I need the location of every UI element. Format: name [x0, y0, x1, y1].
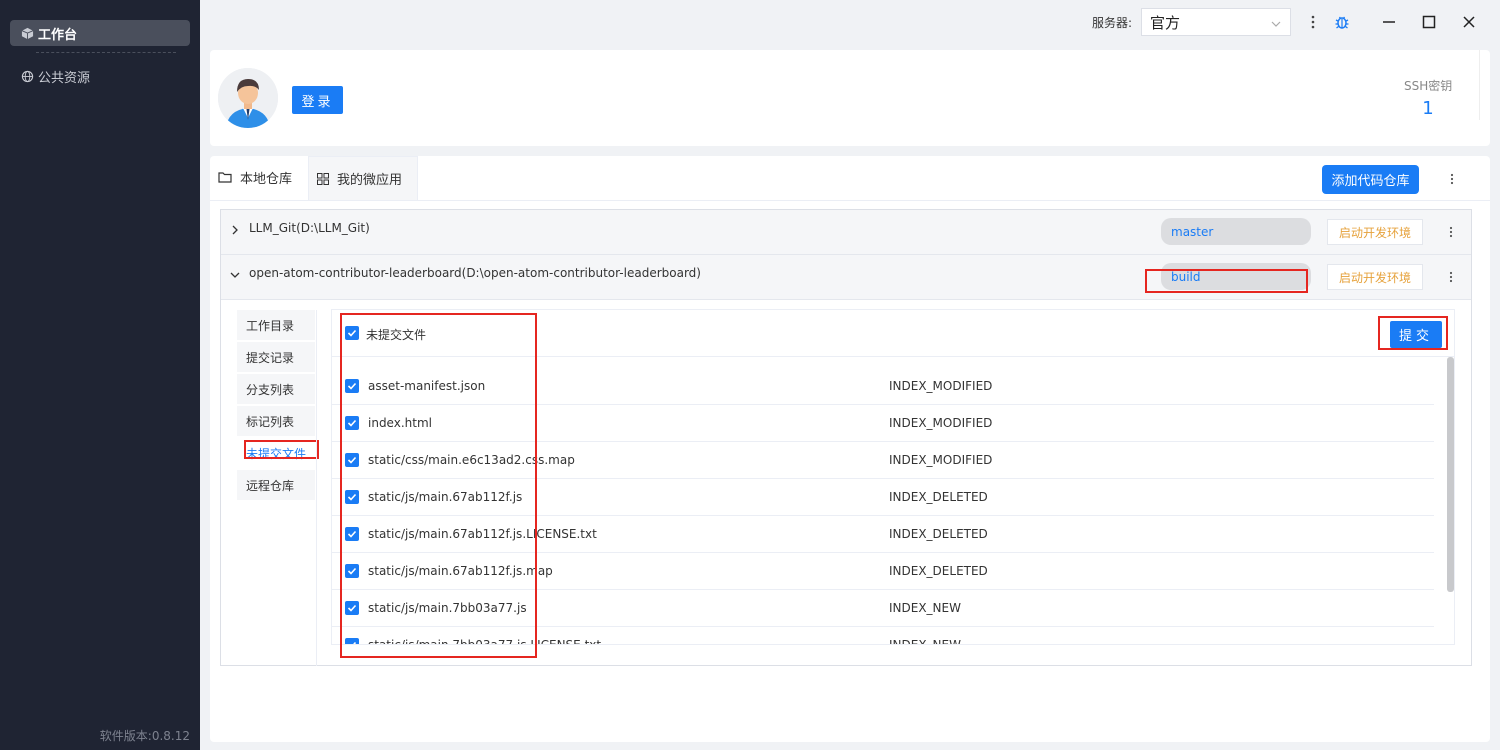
menu-item-workdir[interactable]: 工作目录: [237, 310, 315, 340]
minimize-icon[interactable]: [1379, 12, 1399, 32]
sidebar-item-label: 工作台: [38, 27, 78, 43]
login-card: 登录 SSH密钥 1: [210, 50, 1490, 146]
highlight-box: [340, 313, 537, 658]
menu-item-commit-log[interactable]: 提交记录: [237, 342, 315, 372]
file-status: INDEX_NEW: [889, 638, 961, 645]
divider: [1479, 50, 1480, 120]
tab-label: 我的微应用: [337, 173, 403, 188]
server-label: 服务器:: [1092, 16, 1133, 30]
menu-item-tags[interactable]: 标记列表: [237, 406, 315, 436]
sidebar-divider: [36, 52, 176, 53]
menu-divider: [316, 310, 317, 666]
start-dev-env-button[interactable]: 启动开发环境: [1327, 264, 1423, 290]
chevron-down-icon: [1270, 16, 1282, 34]
file-status: INDEX_MODIFIED: [889, 416, 993, 430]
menu-item-branches[interactable]: 分支列表: [237, 374, 315, 404]
sidebar-item-public-resources[interactable]: 公共资源: [10, 63, 190, 89]
sidebar-item-label: 公共资源: [38, 70, 91, 86]
maximize-icon[interactable]: [1419, 12, 1439, 32]
tab-label: 本地仓库: [240, 171, 293, 187]
file-status: INDEX_DELETED: [889, 527, 988, 541]
file-status: INDEX_MODIFIED: [889, 453, 993, 467]
chevron-right-icon[interactable]: [229, 224, 241, 236]
repo-row-llm-git[interactable]: LLM_Git(D:\LLM_Git) master 启动开发环境: [221, 210, 1471, 255]
avatar: [218, 68, 278, 128]
scrollbar-thumb[interactable]: [1447, 357, 1454, 592]
repo-name: LLM_Git(D:\LLM_Git): [249, 221, 370, 235]
chevron-down-icon[interactable]: [229, 269, 241, 281]
menu-item-remotes[interactable]: 远程仓库: [237, 470, 315, 500]
login-button[interactable]: 登录: [292, 86, 343, 114]
software-version: 软件版本:0.8.12: [99, 729, 190, 743]
globe-icon: [20, 69, 34, 83]
sidebar-item-workbench[interactable]: 工作台: [10, 20, 190, 46]
more-vertical-icon[interactable]: [1303, 12, 1323, 32]
close-icon[interactable]: [1459, 12, 1479, 32]
tab-my-micro-apps[interactable]: 我的微应用: [308, 156, 418, 200]
highlight-box: [1145, 269, 1308, 293]
server-select-value: 官方: [1150, 13, 1181, 32]
folder-icon: [218, 171, 232, 183]
branch-selector[interactable]: master: [1161, 218, 1311, 245]
ssh-key-label: SSH密钥: [1404, 79, 1453, 93]
file-status: INDEX_MODIFIED: [889, 379, 993, 393]
cube-icon: [20, 26, 34, 40]
sidebar: 工作台 公共资源 软件版本:0.8.12: [0, 0, 200, 750]
tabs-divider: [210, 200, 1490, 201]
file-status: INDEX_DELETED: [889, 564, 988, 578]
server-select[interactable]: 官方: [1141, 8, 1291, 36]
start-dev-env-button[interactable]: 启动开发环境: [1327, 219, 1423, 245]
add-repo-button[interactable]: 添加代码仓库: [1322, 165, 1419, 194]
tab-local-repos[interactable]: 本地仓库: [210, 156, 306, 200]
file-status: INDEX_DELETED: [889, 490, 988, 504]
highlight-box: [244, 440, 319, 459]
highlight-box: [1378, 316, 1448, 350]
main-panel: 本地仓库 我的微应用 添加代码仓库 LLM_Git(D:\LLM_Git) ma…: [210, 156, 1490, 742]
more-vertical-icon[interactable]: [1443, 269, 1459, 285]
ssh-key-count[interactable]: 1: [1422, 98, 1434, 119]
repo-name: open-atom-contributor-leaderboard(D:\ope…: [249, 266, 701, 280]
repo-list: LLM_Git(D:\LLM_Git) master 启动开发环境 open-a…: [220, 209, 1472, 666]
grid-icon: [317, 172, 329, 185]
bug-icon[interactable]: [1332, 12, 1352, 32]
file-status: INDEX_NEW: [889, 601, 961, 615]
more-vertical-icon[interactable]: [1443, 224, 1459, 240]
scrollbar[interactable]: [1447, 357, 1454, 644]
more-vertical-icon[interactable]: [1444, 171, 1460, 187]
title-bar: 服务器: 官方: [200, 0, 1500, 44]
